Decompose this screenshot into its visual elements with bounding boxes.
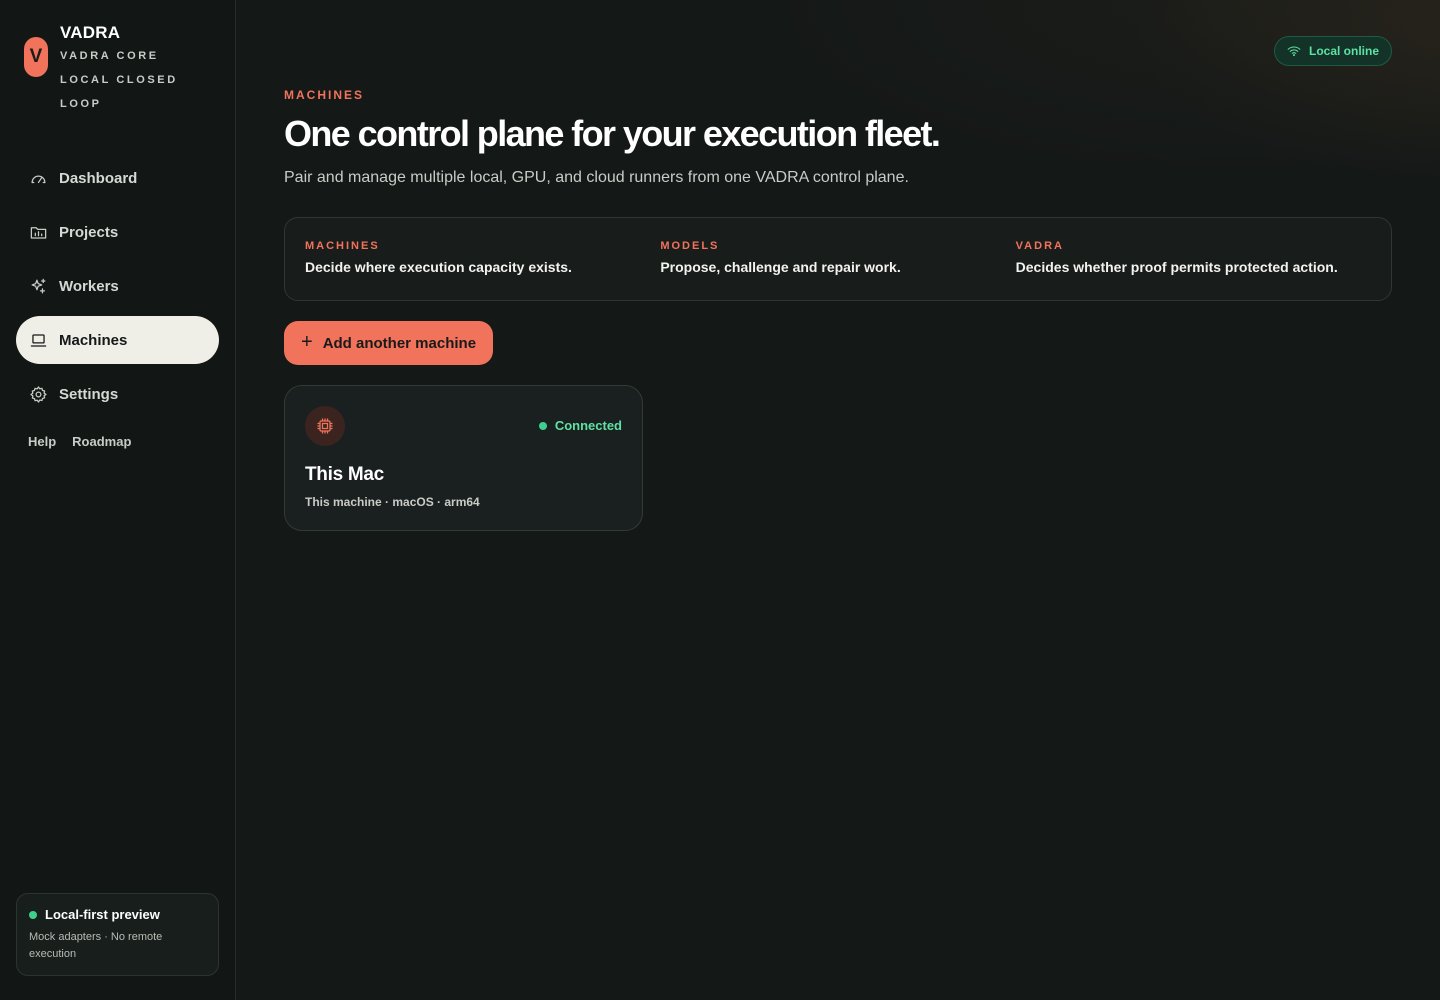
gear-icon (28, 384, 48, 404)
sidebar-item-label: Machines (59, 331, 128, 349)
laptop-icon (28, 330, 48, 350)
add-machine-button[interactable]: + Add another machine (284, 321, 494, 365)
page-title: One control plane for your execution fle… (284, 113, 941, 154)
gauge-icon (28, 168, 48, 188)
sidebar-item-label: Dashboard (59, 169, 138, 187)
info-text: Propose, challenge and repair work. (660, 259, 901, 275)
brand: V VADRA VADRA CORE LOCAL CLOSED LOOP (0, 0, 235, 116)
machine-name: This Mac (305, 464, 384, 485)
info-column-models: MODELS Propose, challenge and repair wor… (660, 240, 1015, 300)
wifi-icon (1287, 44, 1301, 58)
plus-icon: + (301, 331, 313, 353)
info-text: Decide where execution capacity exists. (305, 259, 572, 275)
sidebar-item-dashboard[interactable]: Dashboard (16, 154, 219, 202)
info-label: MODELS (660, 240, 720, 252)
sidebar-nav: Dashboard Projects Workers Machines Sett… (0, 154, 235, 418)
status-dot (538, 421, 547, 430)
sidebar-item-settings[interactable]: Settings (16, 370, 219, 418)
page-body: MACHINES One control plane for your exec… (236, 0, 1440, 531)
help-link[interactable]: Help (28, 434, 56, 449)
brand-subtitle: VADRA CORE LOCAL CLOSED LOOP (60, 50, 178, 110)
info-strip: MACHINES Decide where execution capacity… (284, 217, 1392, 301)
sparkles-icon (28, 276, 48, 296)
main-content: Local online MACHINES One control plane … (236, 0, 1440, 1000)
preview-title-text: Local-first preview (45, 907, 160, 922)
folder-chart-icon (28, 222, 48, 242)
brand-text: VADRA VADRA CORE LOCAL CLOSED LOOP (60, 24, 210, 116)
sidebar-item-workers[interactable]: Workers (16, 262, 219, 310)
brand-name: VADRA (60, 23, 121, 42)
sidebar-item-machines[interactable]: Machines (16, 316, 219, 364)
page-subtitle: Pair and manage multiple local, GPU, and… (284, 169, 909, 186)
connection-status: Connected (538, 418, 622, 433)
info-column-vadra: VADRA Decides whether proof permits prot… (1016, 240, 1371, 300)
status-dot (29, 910, 37, 919)
info-column-machines: MACHINES Decide where execution capacity… (305, 240, 660, 300)
machine-meta: This machine · macOS · arm64 (305, 495, 480, 509)
local-preview-card: Local-first preview Mock adapters · No r… (16, 893, 219, 976)
info-text: Decides whether proof permits protected … (1015, 259, 1338, 275)
cpu-chip-icon (305, 406, 345, 446)
roadmap-link[interactable]: Roadmap (72, 434, 131, 449)
app-root: V VADRA VADRA CORE LOCAL CLOSED LOOP Das… (0, 0, 1440, 1000)
preview-title: Local-first preview (29, 907, 206, 922)
sidebar-item-label: Settings (59, 385, 119, 403)
page-eyebrow: MACHINES (284, 88, 365, 102)
machine-card[interactable]: Connected This Mac This machine · macOS … (284, 385, 643, 531)
brand-logo: V (24, 37, 48, 77)
sidebar-secondary-links: Help Roadmap (0, 424, 235, 449)
preview-description: Mock adapters · No remote execution (29, 931, 163, 960)
sidebar-item-projects[interactable]: Projects (16, 208, 219, 256)
info-label: VADRA (1015, 240, 1064, 252)
sidebar: V VADRA VADRA CORE LOCAL CLOSED LOOP Das… (0, 0, 236, 1000)
add-machine-label: Add another machine (322, 334, 477, 352)
sidebar-item-label: Workers (59, 277, 119, 295)
status-label: Local online (1308, 44, 1379, 58)
status-badge: Local online (1273, 36, 1392, 66)
sidebar-item-label: Projects (59, 223, 119, 241)
info-label: MACHINES (305, 240, 380, 252)
connection-status-label: Connected (554, 418, 622, 433)
